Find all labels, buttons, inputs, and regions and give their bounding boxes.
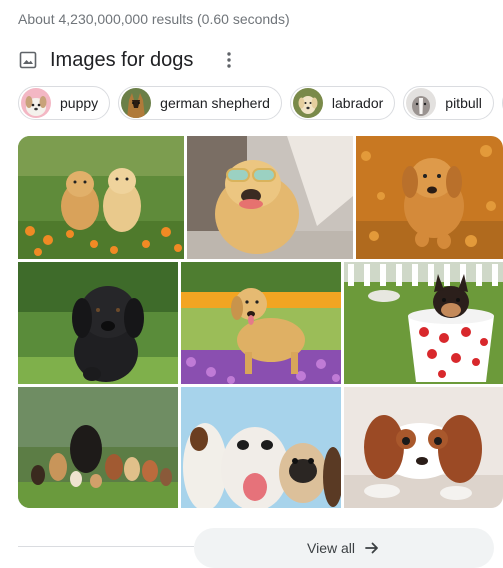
image-result[interactable] [344, 387, 503, 508]
chip-label: pitbull [445, 95, 482, 111]
arrow-right-icon [363, 539, 381, 557]
chip-label: puppy [60, 95, 99, 111]
section-title: Images for dogs [50, 49, 194, 71]
vertical-dots-icon[interactable] [217, 48, 241, 72]
results-stats: About 4,230,000,000 results (0.60 second… [18, 11, 290, 27]
image-result[interactable] [187, 136, 353, 259]
chip-labrador[interactable]: labrador [289, 86, 396, 120]
view-all-button[interactable]: View all [194, 528, 494, 568]
image-result[interactable] [181, 262, 341, 384]
images-section-header: Images for dogs [18, 44, 241, 76]
image-icon [18, 50, 38, 70]
image-result[interactable] [356, 136, 503, 259]
image-result[interactable] [18, 387, 178, 508]
view-all-label: View all [307, 540, 355, 556]
footer-divider [18, 546, 194, 547]
pitbull-thumbnail [406, 88, 437, 118]
chip-label: german shepherd [160, 95, 270, 111]
chip-pitbull[interactable]: pitbull [403, 86, 494, 120]
image-result[interactable] [18, 262, 178, 384]
image-result[interactable] [344, 262, 503, 384]
chip-puppy[interactable]: puppy [18, 86, 111, 120]
chip-german-shepherd[interactable]: german shepherd [118, 86, 282, 120]
refinement-chips: puppy german shepherd labrador pitbull [18, 86, 503, 124]
chip-label: labrador [331, 95, 384, 111]
image-grid [18, 136, 503, 508]
image-result[interactable] [18, 136, 184, 259]
image-result[interactable] [181, 387, 341, 508]
german-shepherd-thumbnail [121, 88, 152, 118]
puppy-thumbnail [21, 88, 51, 118]
labrador-thumbnail [292, 88, 323, 118]
